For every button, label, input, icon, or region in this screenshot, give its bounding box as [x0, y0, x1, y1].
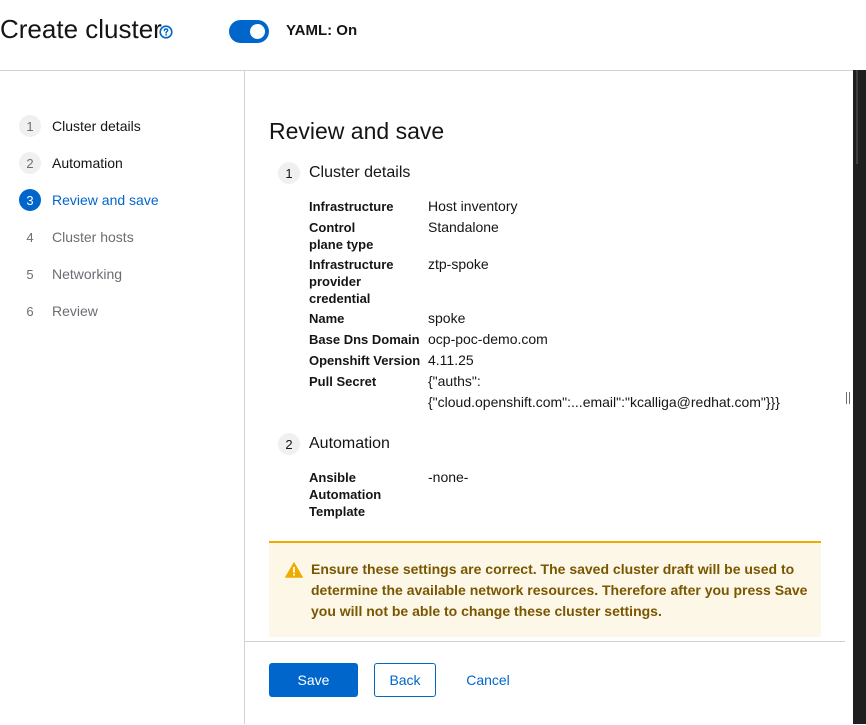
section-automation: 2 Automation — [278, 433, 390, 455]
field-label: Infrastructure provider credential — [309, 257, 394, 306]
step-number: 4 — [26, 229, 34, 245]
question-circle-icon[interactable] — [159, 25, 173, 39]
step-number: 3 — [19, 189, 41, 211]
alert-message: Ensure these settings are correct. The s… — [311, 561, 808, 619]
wizard-nav: 1 Cluster details 2 Automation 3 Review … — [0, 71, 245, 724]
field-value: {"cloud.openshift.com":...email":"kcalli… — [428, 394, 780, 410]
nav-step-cluster-details[interactable]: 1 Cluster details — [19, 115, 141, 137]
step-label: Cluster details — [52, 118, 141, 134]
nav-step-automation[interactable]: 2 Automation — [19, 152, 123, 174]
field-value: Standalone — [428, 219, 499, 235]
field-label: Name — [309, 311, 345, 326]
step-label: Review and save — [52, 192, 159, 208]
step-label: Review — [52, 303, 98, 319]
nav-step-cluster-hosts[interactable]: 4 Cluster hosts — [19, 226, 134, 248]
warning-alert: Ensure these settings are correct. The s… — [269, 541, 821, 637]
step-label: Automation — [52, 155, 123, 171]
field-label: Control plane type — [309, 220, 374, 252]
save-button[interactable]: Save — [269, 663, 358, 697]
section-title: Cluster details — [309, 164, 411, 181]
wizard-footer: Save Back Cancel — [245, 641, 845, 725]
nav-step-review-and-save[interactable]: 3 Review and save — [19, 189, 159, 211]
field-label: Pull Secret — [309, 374, 377, 389]
page-title: Create cluster — [0, 14, 162, 44]
section-number: 2 — [278, 433, 300, 455]
section-cluster-details: 1 Cluster details — [278, 162, 410, 184]
nav-step-networking[interactable]: 5 Networking — [19, 263, 122, 285]
field-value: ocp-poc-demo.com — [428, 331, 548, 347]
section-title: Automation — [309, 435, 390, 452]
step-number: 6 — [26, 303, 34, 319]
field-value: -none- — [428, 469, 469, 485]
field-label: Ansible Automation Template — [309, 470, 382, 519]
field-value: 4.11.25 — [428, 352, 474, 368]
yaml-toggle-label: YAML: On — [286, 22, 358, 39]
toggle-knob — [250, 24, 265, 39]
step-number: 5 — [26, 266, 34, 282]
field-label: Infrastructure — [309, 199, 394, 214]
nav-step-review[interactable]: 6 Review — [19, 300, 98, 322]
field-value: ztp-spoke — [428, 256, 489, 272]
back-button[interactable]: Back — [374, 663, 436, 697]
step-label: Networking — [52, 266, 123, 282]
step-label: Cluster hosts — [52, 229, 134, 245]
exclamation-triangle-icon — [285, 562, 303, 578]
main-title: Review and save — [269, 118, 445, 144]
field-label: Base Dns Domain — [309, 332, 420, 347]
field-value: Host inventory — [428, 198, 518, 214]
field-value: spoke — [428, 310, 466, 326]
step-number: 1 — [19, 115, 41, 137]
field-value: {"auths": — [428, 373, 481, 389]
page-header: Create cluster YAML: On — [0, 0, 866, 71]
field-label: Openshift Version — [309, 353, 421, 368]
section-number: 1 — [278, 162, 300, 184]
resize-handle[interactable] — [846, 392, 850, 404]
yaml-toggle[interactable] — [229, 20, 269, 43]
adjacent-pane-edge — [853, 70, 866, 724]
step-number: 2 — [19, 152, 41, 174]
cancel-button[interactable]: Cancel — [458, 663, 518, 697]
